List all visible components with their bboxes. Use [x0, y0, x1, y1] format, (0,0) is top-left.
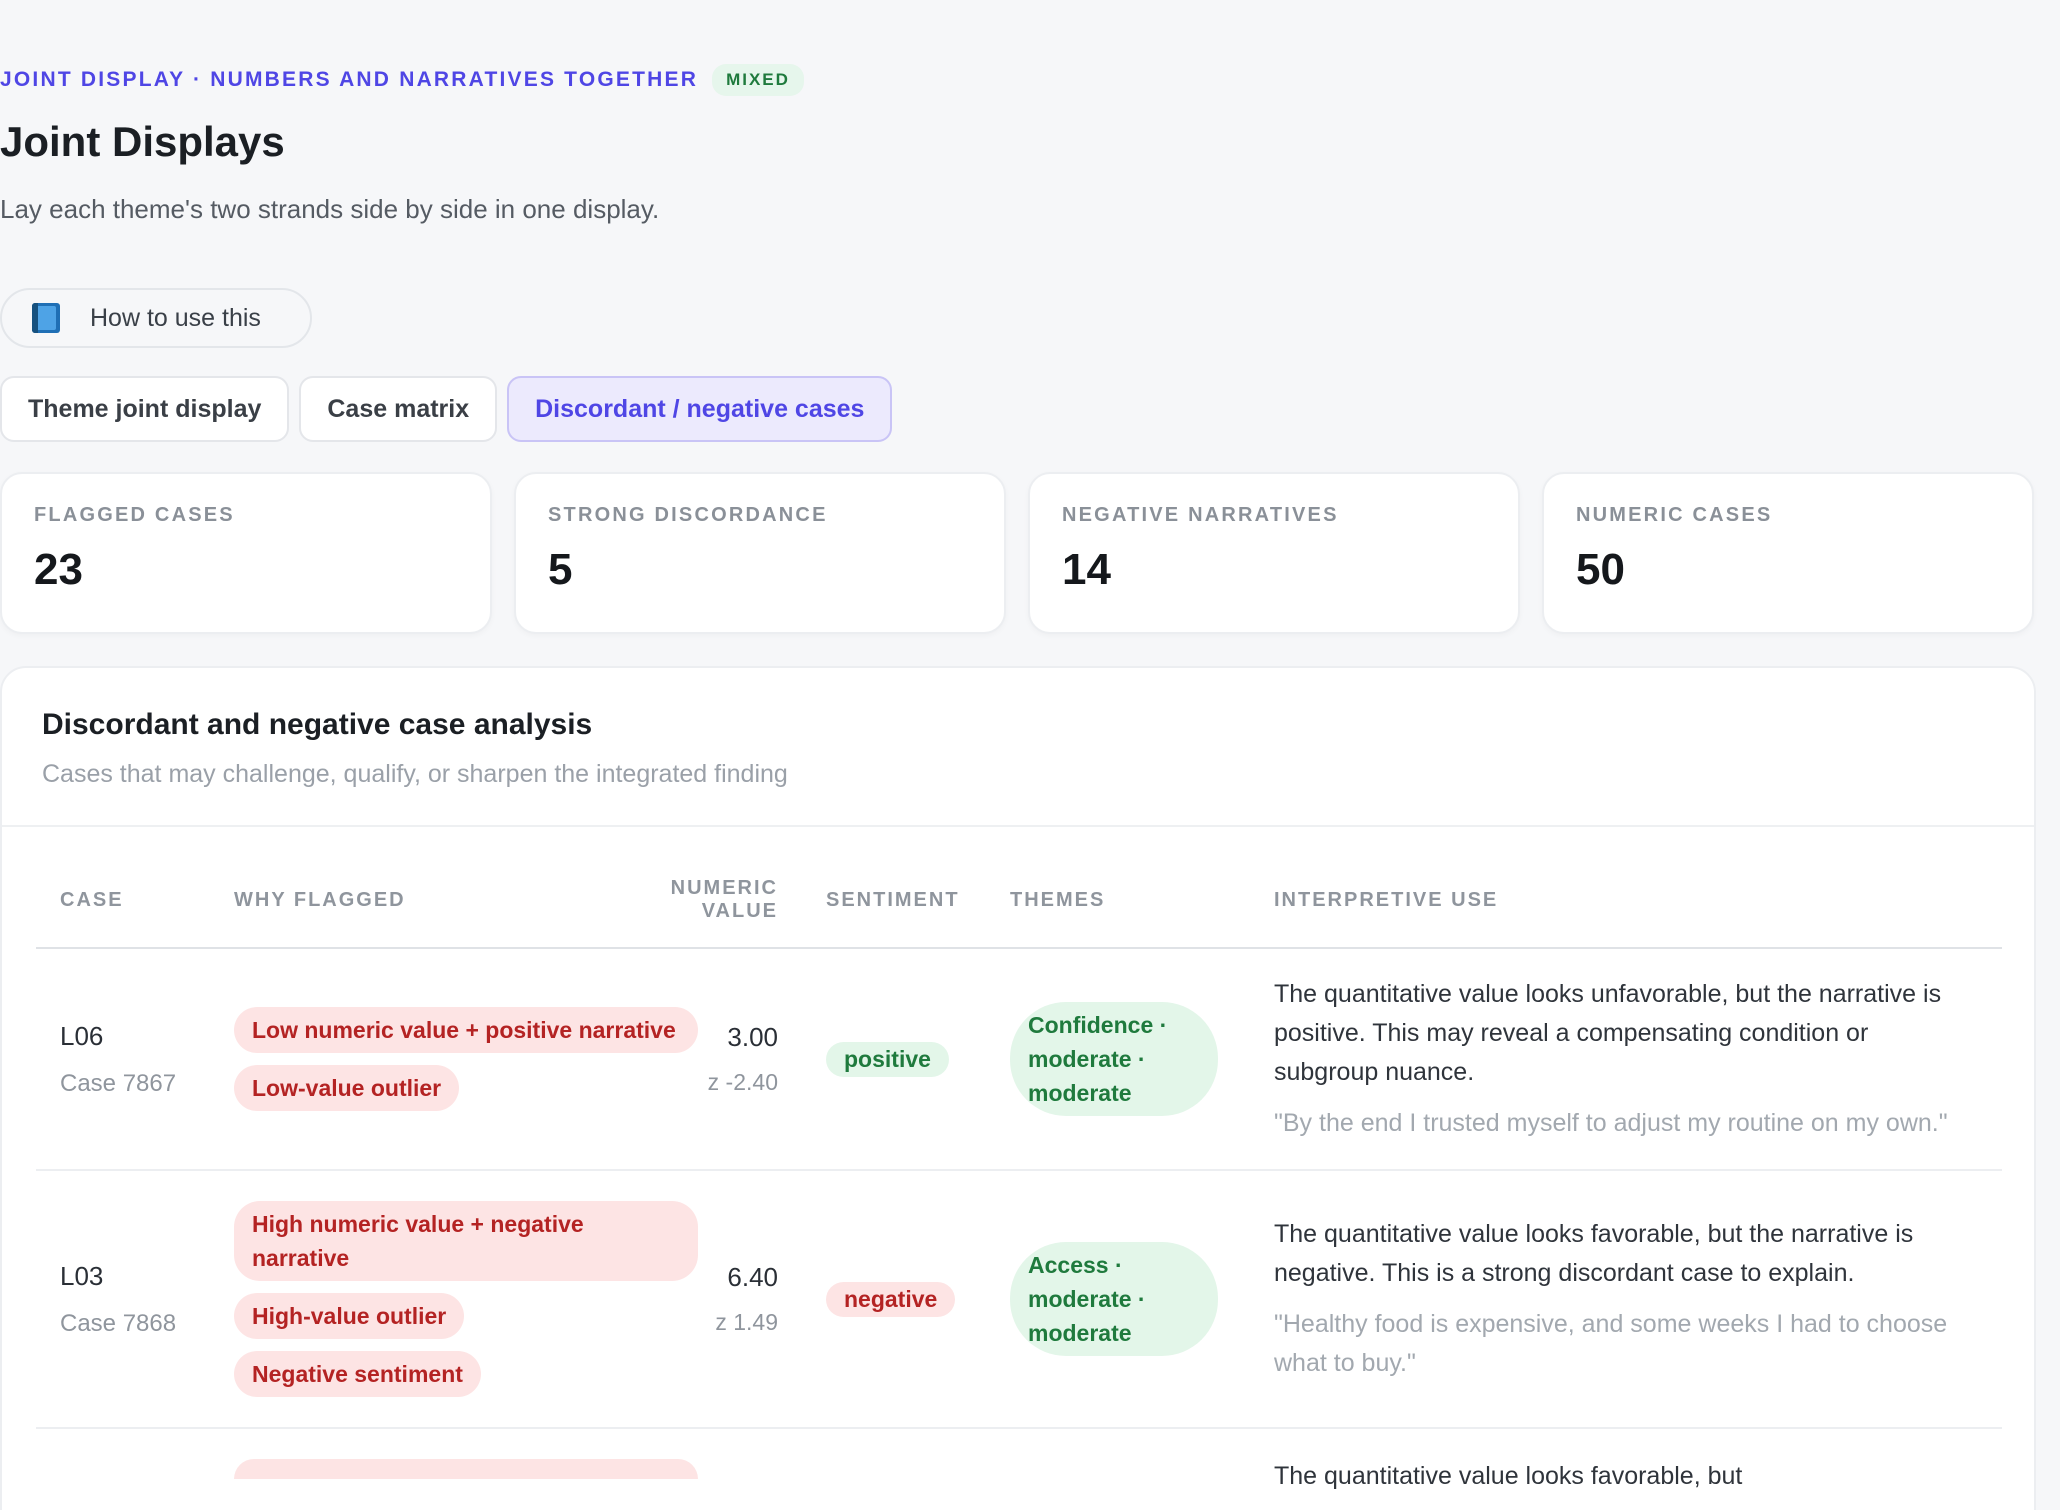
table-row-partial: The quantitative value looks favorable, …: [36, 1428, 2002, 1510]
stat-value: 14: [1062, 545, 1111, 594]
eyebrow-row: JOINT DISPLAY · NUMBERS AND NARRATIVES T…: [0, 64, 804, 96]
sentiment-cell: positive: [802, 948, 986, 1171]
numeric-value-cell: 3.00 z -2.40: [600, 948, 802, 1171]
mixed-badge: MIXED: [712, 64, 804, 96]
z-score: z 1.49: [715, 1309, 778, 1335]
case-cell: L03 Case 7868: [36, 1170, 210, 1429]
view-tabs: Theme joint display Case matrix Discorda…: [0, 376, 893, 442]
sentiment-badge: negative: [826, 1281, 956, 1317]
stat-value: 50: [1576, 545, 1625, 594]
stat-label: STRONG DISCORDANCE: [548, 504, 828, 526]
column-header-interpretive-use: INTERPRETIVE USE: [1250, 827, 2002, 949]
panel-subtitle: Cases that may challenge, qualify, or sh…: [42, 760, 788, 788]
theme-badge: Confidence · moderate · moderate: [1010, 1002, 1218, 1116]
tab-case-matrix[interactable]: Case matrix: [299, 376, 498, 442]
flag-badge: High numeric value + negative narrative: [234, 1201, 698, 1281]
case-number: Case 7867: [60, 1069, 177, 1097]
stat-value: 5: [548, 545, 573, 594]
stat-label: FLAGGED CASES: [34, 504, 235, 526]
themes-cell: Access · moderate · moderate: [986, 1170, 1250, 1429]
page-title: Joint Displays: [0, 118, 285, 165]
eyebrow: JOINT DISPLAY · NUMBERS AND NARRATIVES T…: [0, 68, 699, 91]
sentiment-badge: positive: [826, 1041, 949, 1077]
book-icon: [32, 303, 60, 333]
case-cell: [36, 1428, 210, 1510]
column-header-numeric-value: NUMERIC VALUE: [600, 827, 802, 949]
flags-cell: Low numeric value + positive narrative L…: [210, 948, 698, 1171]
table-row: L03 Case 7868 High numeric value + negat…: [36, 1170, 2002, 1429]
column-header-case: CASE: [36, 827, 210, 949]
stat-value: 23: [34, 545, 83, 594]
column-header-sentiment: SENTIMENT: [802, 827, 986, 949]
stat-card-strong-discordance: STRONG DISCORDANCE 5: [514, 472, 1006, 634]
how-to-use-button[interactable]: How to use this: [0, 288, 312, 348]
flags-cell: [210, 1428, 698, 1510]
themes-cell: Confidence · moderate · moderate: [986, 948, 1250, 1171]
z-score: z -2.40: [707, 1069, 778, 1095]
flags-cell: High numeric value + negative narrative …: [210, 1170, 698, 1429]
discordant-cases-table: CASE WHY FLAGGED NUMERIC VALUE SENTIMENT…: [36, 827, 2002, 1510]
theme-badge: Access · moderate · moderate: [1010, 1242, 1218, 1356]
case-number: Case 7868: [60, 1309, 177, 1337]
table-row: L06 Case 7867 Low numeric value + positi…: [36, 948, 2002, 1171]
themes-cell: [986, 1428, 1250, 1510]
sentiment-cell: [802, 1428, 986, 1510]
flag-badge: Low numeric value + positive narrative: [234, 1007, 698, 1053]
panel-title: Discordant and negative case analysis: [42, 708, 593, 741]
narrative-quote: "Healthy food is expensive, and some wee…: [1274, 1310, 1948, 1377]
flag-badge: Negative sentiment: [234, 1351, 481, 1397]
column-header-why-flagged: WHY FLAGGED: [210, 827, 600, 949]
page-subtitle: Lay each theme's two strands side by sid…: [0, 194, 660, 224]
interpretive-use-cell: The quantitative value looks favorable, …: [1250, 1428, 2002, 1510]
flag-badge: High-value outlier: [234, 1293, 465, 1339]
how-to-use-label: How to use this: [90, 303, 261, 332]
column-header-themes: THEMES: [986, 827, 1250, 949]
case-id: L06: [60, 1020, 104, 1051]
narrative-quote: "By the end I trusted myself to adjust m…: [1274, 1109, 1948, 1137]
interpretation-text: The quantitative value looks favorable, …: [1274, 1462, 1743, 1490]
stat-cards: FLAGGED CASES 23 STRONG DISCORDANCE 5 NE…: [0, 472, 2034, 634]
stat-card-numeric-cases: NUMERIC CASES 50: [1542, 472, 2034, 634]
interpretive-use-cell: The quantitative value looks unfavorable…: [1250, 948, 2002, 1171]
interpretive-use-cell: The quantitative value looks favorable, …: [1250, 1170, 2002, 1429]
case-id: L03: [60, 1260, 104, 1291]
stat-label: NUMERIC CASES: [1576, 504, 1773, 526]
flag-badge: Low-value outlier: [234, 1065, 460, 1111]
interpretation-text: The quantitative value looks favorable, …: [1274, 1220, 1914, 1287]
discordant-analysis-panel: Discordant and negative case analysis Ca…: [0, 666, 2036, 1510]
tab-theme-joint-display[interactable]: Theme joint display: [0, 376, 290, 442]
flag-badge: [234, 1459, 698, 1479]
tab-discordant-negative-cases[interactable]: Discordant / negative cases: [507, 376, 893, 442]
stat-card-negative-narratives: NEGATIVE NARRATIVES 14: [1028, 472, 1520, 634]
stat-label: NEGATIVE NARRATIVES: [1062, 504, 1339, 526]
table-header-row: CASE WHY FLAGGED NUMERIC VALUE SENTIMENT…: [36, 827, 2002, 949]
interpretation-text: The quantitative value looks unfavorable…: [1274, 980, 1942, 1086]
panel-header: Discordant and negative case analysis Ca…: [2, 668, 2034, 827]
case-cell: L06 Case 7867: [36, 948, 210, 1171]
stat-card-flagged-cases: FLAGGED CASES 23: [0, 472, 492, 634]
sentiment-cell: negative: [802, 1170, 986, 1429]
